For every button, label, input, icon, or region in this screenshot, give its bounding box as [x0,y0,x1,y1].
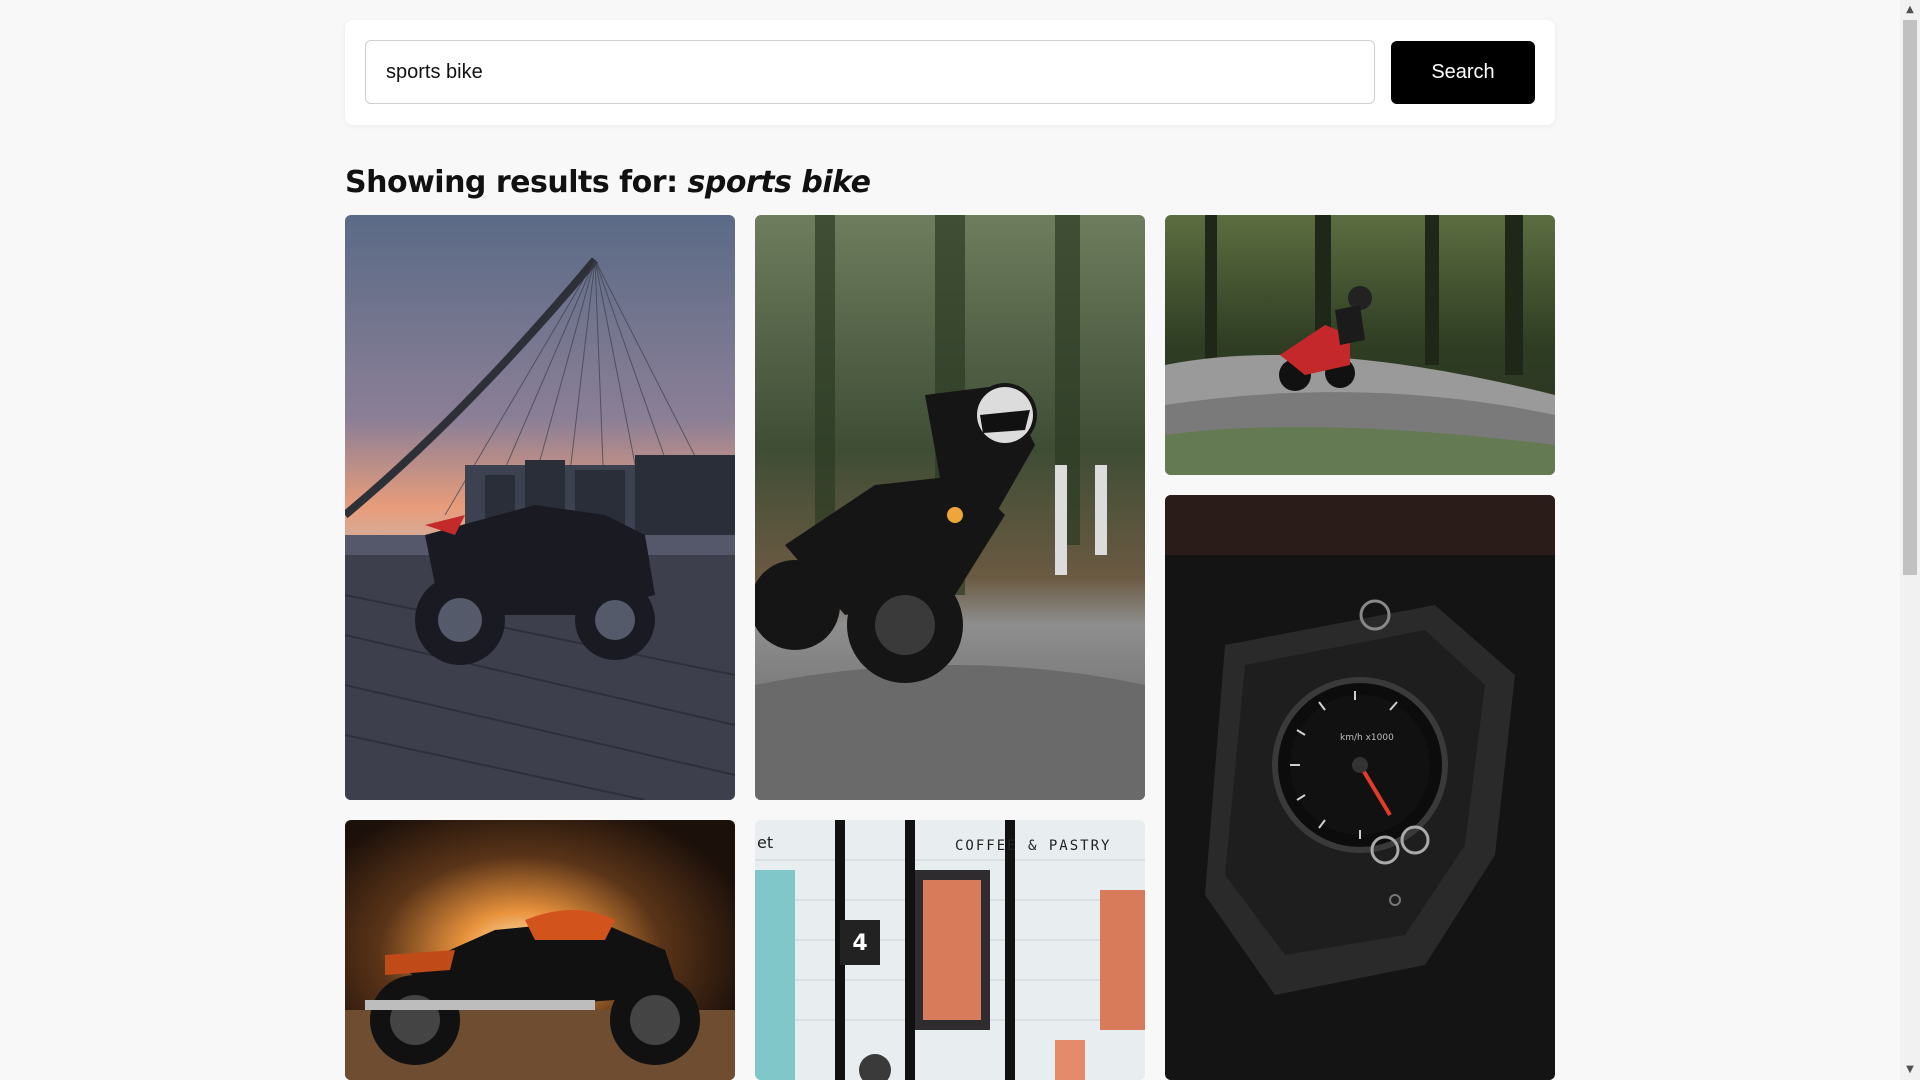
storefront-sign: COFFEE & PASTRY [955,838,1111,854]
results-heading: Showing results for: sports bike [345,163,1555,203]
scroll-up-arrow-icon[interactable]: ▲ [1900,0,1920,20]
results-heading-query: sports bike [687,165,871,200]
scroll-down-arrow-icon[interactable]: ▼ [1900,1060,1920,1080]
results-heading-prefix: Showing results for: [345,165,678,200]
speedometer-label: km/h x1000 [1340,733,1394,743]
image-tile-2[interactable] [755,215,1145,800]
scrollbar-thumb[interactable] [1903,20,1917,575]
door-number: 4 [852,931,867,956]
main-content: Search Showing results for: sports bike [345,20,1555,1080]
image-tile-6[interactable]: 4 COFFEE & PASTRY et [755,820,1145,1080]
storefront-partial-text: et [757,833,773,852]
image-tile-3[interactable] [1165,215,1555,475]
image-tile-1[interactable] [345,215,735,800]
search-card: Search [345,20,1555,125]
search-input[interactable] [365,40,1375,104]
speedometer-image: km/h x1000 [1165,495,1555,1080]
orange-cruiser-image [345,820,735,1080]
vertical-scrollbar[interactable]: ▲ ▼ [1900,0,1920,1080]
red-sportbike-image [1165,215,1555,475]
image-grid: 4 COFFEE & PASTRY et km/h x1000 [345,215,1555,1080]
image-tile-5[interactable] [345,820,735,1080]
page: Search Showing results for: sports bike [0,0,1920,1080]
rider-leaning-image [755,215,1145,800]
storefront-image: 4 COFFEE & PASTRY et [755,820,1145,1080]
image-tile-4[interactable]: km/h x1000 [1165,495,1555,1080]
search-button[interactable]: Search [1391,41,1535,104]
sportbike-bridge-image [345,215,735,800]
